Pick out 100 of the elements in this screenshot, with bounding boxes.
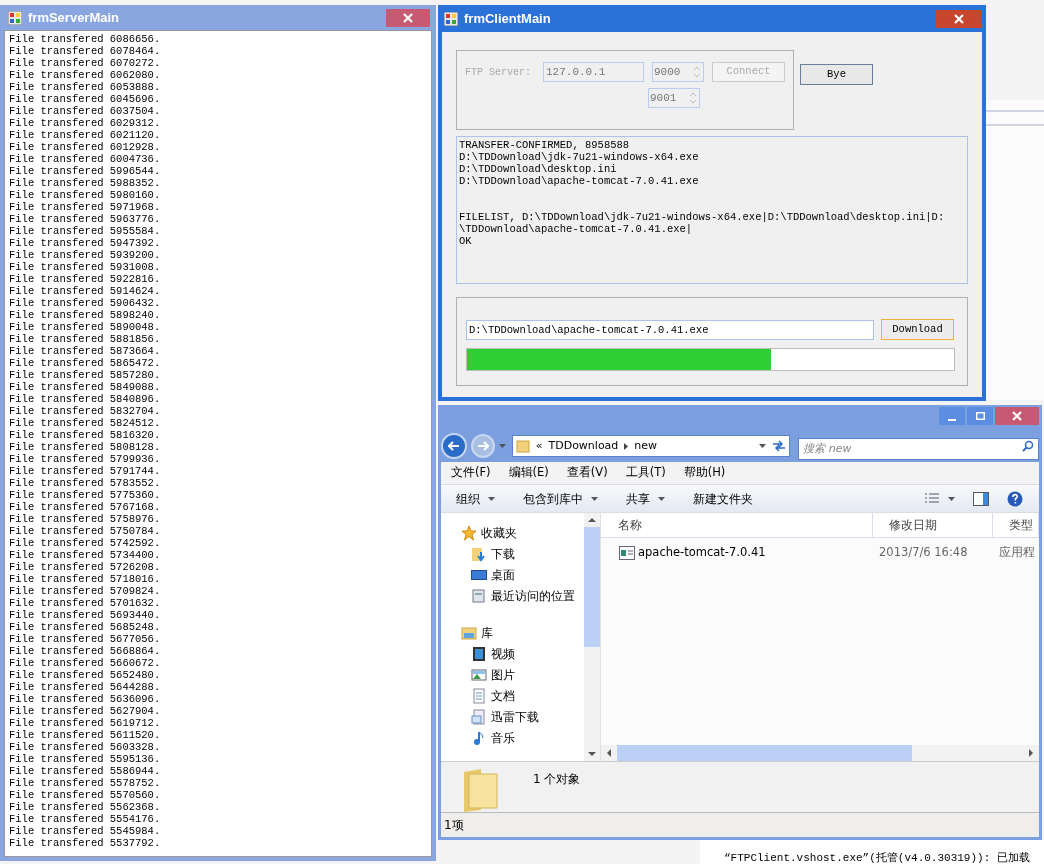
nav-item[interactable]: 最近访问的位置 [461, 587, 575, 605]
log-line: File transfered 5988352. [9, 177, 161, 189]
log-line: File transfered 5808128. [9, 441, 161, 453]
refresh-icon[interactable] [772, 440, 787, 452]
log-line: File transfered 5709824. [9, 585, 161, 597]
menu-item[interactable]: 工具(T) [625, 464, 666, 482]
toolbar-button[interactable]: 新建文件夹 [693, 489, 753, 508]
vertical-scrollbar[interactable] [584, 513, 600, 761]
application-icon [619, 546, 635, 560]
log-line: File transfered 6078464. [9, 45, 161, 57]
overflow-chevron[interactable]: « [535, 437, 543, 455]
output-line: \TDDownload\apache-tomcat-7.0.41.exe| [459, 223, 693, 235]
log-line: File transfered 5873664. [9, 345, 161, 357]
log-line: File transfered 5955584. [9, 225, 161, 237]
close-button[interactable] [995, 407, 1039, 425]
toolbar-button[interactable]: 共享 [626, 489, 665, 508]
log-line: File transfered 5627904. [9, 705, 161, 717]
menu-item[interactable]: 查看(V) [566, 464, 608, 482]
forward-button[interactable] [470, 434, 495, 458]
log-line: File transfered 5947392. [9, 237, 161, 249]
log-line: File transfered 5636096. [9, 693, 161, 705]
music-icon [471, 730, 487, 746]
address-bar[interactable]: « TDDownload new [511, 435, 791, 457]
log-line: File transfered 5562368. [9, 801, 161, 813]
column-header[interactable]: 修改日期 [873, 513, 993, 537]
log-line: File transfered 5775360. [9, 489, 161, 501]
log-line: File transfered 5685248. [9, 621, 161, 633]
breadcrumb-arrow-icon [624, 442, 629, 450]
nav-item[interactable]: 迅雷下载 [461, 708, 539, 726]
close-button[interactable] [386, 8, 430, 27]
scroll-thumb[interactable] [617, 745, 912, 761]
nav-item[interactable]: 音乐 [461, 729, 515, 747]
file-row[interactable]: apache-tomcat-7.0.41 2013/7/6 16:48 应用程 [601, 542, 1039, 564]
log-line: File transfered 5537792. [9, 837, 161, 849]
nav-item[interactable]: 文档 [461, 687, 515, 705]
log-line: File transfered 5758976. [9, 513, 161, 525]
toolbar-button[interactable]: 组织 [456, 489, 495, 508]
log-line: File transfered 5693440. [9, 609, 161, 621]
menu-item[interactable]: 文件(F) [451, 464, 491, 482]
list-view-icon [924, 492, 940, 505]
log-line: File transfered 5881856. [9, 333, 161, 345]
preview-pane-icon[interactable] [973, 491, 989, 506]
log-line: File transfered 5791744. [9, 465, 161, 477]
scroll-thumb[interactable] [584, 527, 600, 647]
log-line: File transfered 5677056. [9, 633, 161, 645]
close-icon [954, 13, 964, 24]
recent-icon [471, 588, 487, 604]
log-line: File transfered 5595136. [9, 753, 161, 765]
log-line: File transfered 5890048. [9, 321, 161, 333]
item-count: 1 个对象 [533, 771, 581, 788]
log-line: File transfered 5586944. [9, 765, 161, 777]
maximize-button[interactable] [967, 407, 993, 425]
log-line: File transfered 5939200. [9, 249, 161, 261]
nav-group[interactable]: 收藏夹 [461, 524, 517, 542]
log-line: File transfered 5906432. [9, 297, 161, 309]
desktop-icon [471, 567, 487, 583]
output-line: OK [459, 235, 472, 247]
search-field[interactable]: 搜索 new [798, 437, 1039, 460]
nav-group[interactable]: 库 [461, 624, 493, 642]
log-line: File transfered 5914624. [9, 285, 161, 297]
file-path-field[interactable]: D:\TDDownload\apache-tomcat-7.0.41.exe [466, 319, 874, 340]
output-line: FILELIST, D:\TDDownload\jdk-7u21-windows-x64.exe|D:\TDDownload\desktop.ini|D: [459, 211, 945, 223]
breadcrumb-item[interactable]: new [634, 437, 658, 455]
log-line: File transfered 6037504. [9, 105, 161, 117]
log-line: File transfered 5799936. [9, 453, 161, 465]
column-header[interactable]: 名称 [601, 513, 873, 537]
app-icon [444, 11, 458, 26]
view-options-button[interactable] [924, 492, 955, 505]
pictures-icon [471, 667, 487, 683]
log-line: File transfered 5554176. [9, 813, 161, 825]
output-line: D:\TDDownload\jdk-7u21-windows-x64.exe [459, 151, 699, 163]
close-button[interactable] [936, 9, 982, 28]
download-button[interactable]: Download [881, 319, 954, 340]
log-line: File transfered 5832704. [9, 405, 161, 417]
log-line: File transfered 6021120. [9, 129, 161, 141]
breadcrumb-item[interactable]: TDDownload [548, 437, 619, 455]
nav-item[interactable]: 桌面 [461, 566, 515, 584]
app-icon [8, 10, 22, 25]
log-line: File transfered 5668864. [9, 645, 161, 657]
log-line: File transfered 5971968. [9, 201, 161, 213]
help-icon[interactable] [1007, 490, 1023, 507]
log-line: File transfered 5644288. [9, 681, 161, 693]
log-line: File transfered 5849088. [9, 381, 161, 393]
menu-item[interactable]: 编辑(E) [508, 464, 549, 482]
column-header[interactable]: 类型 [993, 513, 1039, 537]
horizontal-scrollbar[interactable] [601, 745, 1039, 761]
back-button[interactable] [441, 433, 467, 459]
minimize-button[interactable] [939, 407, 965, 425]
bye-button[interactable]: Bye [800, 64, 873, 85]
maximize-icon [975, 412, 985, 420]
toolbar-button[interactable]: 包含到库中 [523, 489, 598, 508]
caret-icon [498, 444, 506, 448]
nav-item[interactable]: 下载 [461, 545, 515, 563]
nav-item[interactable]: 图片 [461, 666, 515, 684]
nav-item[interactable]: 视频 [461, 645, 515, 663]
menu-item[interactable]: 帮助(H) [683, 464, 726, 482]
downloads-icon [471, 546, 487, 562]
log-line: File transfered 5619712. [9, 717, 161, 729]
log-line: File transfered 5545984. [9, 825, 161, 837]
back-arrow-icon [447, 441, 460, 451]
